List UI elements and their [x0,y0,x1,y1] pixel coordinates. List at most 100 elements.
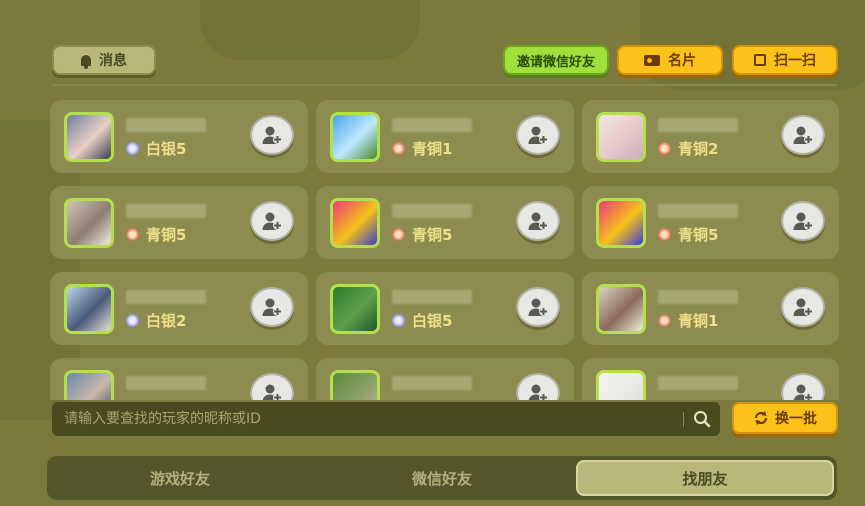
rank-badge-icon [658,314,671,327]
tab-label: 微信好友 [411,469,472,488]
invite-wechat-label: 邀请微信好友 [516,54,595,70]
avatar[interactable] [64,284,114,334]
add-friend-button[interactable] [516,373,560,400]
refresh-label: 换一批 [775,411,817,427]
friend-card[interactable]: 白银5 [50,100,308,173]
tab-find-friends[interactable]: 找朋友 [576,460,834,496]
add-friend-button[interactable] [781,287,825,327]
rank-label: 白银5 [146,140,187,158]
rank-badge-icon [392,228,405,241]
rank-badge-icon [126,142,139,155]
rank-badge-icon [392,314,405,327]
friend-card[interactable]: 青铜1 [316,100,574,173]
bottom-tab-bar: 游戏好友 微信好友 找朋友 [47,456,837,500]
avatar[interactable] [330,112,380,162]
add-friend-button[interactable] [250,373,294,400]
tab-label: 找朋友 [682,469,728,488]
rank-label: 青铜5 [412,226,453,244]
avatar[interactable] [64,112,114,162]
friend-card[interactable] [50,358,308,400]
message-label: 消息 [99,53,127,69]
friend-card[interactable]: 青铜2 [582,100,839,173]
background-shape [200,0,420,60]
friend-card[interactable]: 白银5 [316,272,574,345]
card-label: 名片 [668,53,696,69]
add-friend-button[interactable] [250,115,294,155]
rank-label: 青铜1 [678,312,719,330]
avatar[interactable] [596,370,646,400]
scan-button[interactable]: 扫一扫 [732,45,838,75]
rank-label: 青铜5 [146,226,187,244]
rank-label: 白银5 [412,312,453,330]
rank-label: 青铜1 [412,140,453,158]
friend-card[interactable] [582,358,839,400]
avatar[interactable] [596,284,646,334]
add-user-icon [262,384,282,400]
add-user-icon [262,212,282,230]
friend-card[interactable]: 白银2 [50,272,308,345]
avatar[interactable] [330,284,380,334]
avatar[interactable] [64,370,114,400]
add-friend-button[interactable] [781,201,825,241]
tab-label: 游戏好友 [149,469,210,488]
add-user-icon [262,126,282,144]
add-user-icon [793,212,813,230]
player-name-obscured [126,204,206,218]
avatar[interactable] [330,198,380,248]
search-icon[interactable] [690,407,714,431]
avatar[interactable] [596,112,646,162]
search-bar [52,402,720,436]
player-name-obscured [392,376,472,390]
add-friend-button[interactable] [781,115,825,155]
rank-label: 青铜5 [678,226,719,244]
player-name-obscured [392,204,472,218]
business-card-button[interactable]: 名片 [617,45,723,75]
rank-badge-icon [126,228,139,241]
friend-card[interactable] [316,358,574,400]
player-name-obscured [126,290,206,304]
add-friend-button[interactable] [516,115,560,155]
add-user-icon [262,298,282,316]
rank-label: 白银2 [146,312,187,330]
add-friend-button[interactable] [516,287,560,327]
tab-wechat-friends[interactable]: 微信好友 [313,460,571,496]
rank-badge-icon [658,228,671,241]
friend-grid: 白银5 青铜1 青铜2 青铜5 青铜5 青铜5 白银2 白银5 青铜1 [50,100,840,400]
friend-card[interactable]: 青铜5 [582,186,839,259]
friend-card[interactable]: 青铜5 [316,186,574,259]
player-name-obscured [126,376,206,390]
scan-label: 扫一扫 [774,53,816,69]
player-name-obscured [392,290,472,304]
message-button[interactable]: 消息 [52,45,156,75]
player-name-obscured [658,204,738,218]
add-user-icon [528,126,548,144]
player-name-obscured [392,118,472,132]
refresh-icon [754,411,768,425]
avatar[interactable] [64,198,114,248]
tab-game-friends[interactable]: 游戏好友 [51,460,309,496]
rank-badge-icon [126,314,139,327]
add-user-icon [528,212,548,230]
search-input[interactable] [52,402,672,436]
refresh-button[interactable]: 换一批 [732,402,838,434]
friend-card[interactable]: 青铜5 [50,186,308,259]
add-friend-button[interactable] [781,373,825,400]
add-friend-button[interactable] [250,201,294,241]
add-user-icon [793,298,813,316]
invite-wechat-friend-button[interactable]: 邀请微信好友 [503,45,609,75]
avatar[interactable] [596,198,646,248]
id-card-icon [644,54,660,66]
avatar[interactable] [330,370,380,400]
scan-icon [754,54,766,66]
rank-label: 青铜2 [678,140,719,158]
search-divider [683,412,684,427]
add-friend-button[interactable] [250,287,294,327]
rank-badge-icon [392,142,405,155]
player-name-obscured [658,118,738,132]
add-user-icon [528,384,548,400]
friend-card[interactable]: 青铜1 [582,272,839,345]
player-name-obscured [126,118,206,132]
player-name-obscured [658,376,738,390]
add-friend-button[interactable] [516,201,560,241]
friend-list[interactable]: 白银5 青铜1 青铜2 青铜5 青铜5 青铜5 白银2 白银5 青铜1 [50,100,840,400]
